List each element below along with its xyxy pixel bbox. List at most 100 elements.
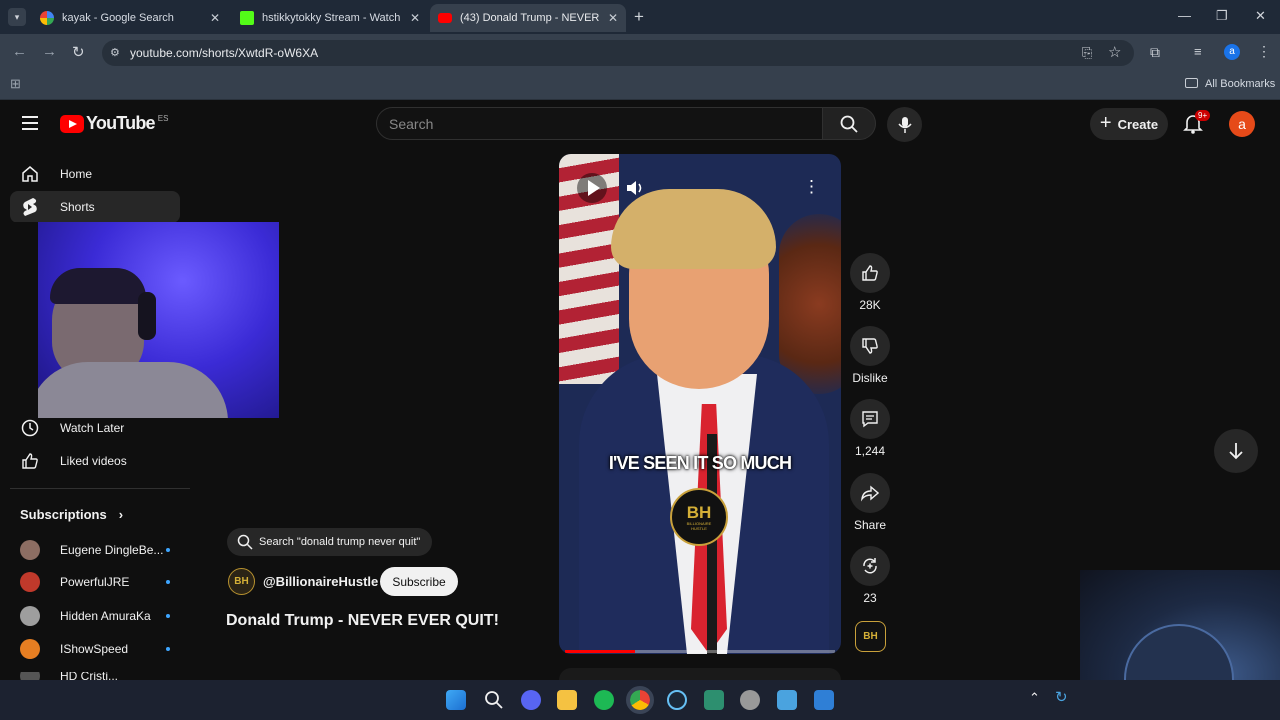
account-avatar[interactable]: a: [1229, 111, 1255, 137]
seal-background: [779, 214, 841, 394]
region-code: ES: [157, 114, 169, 123]
dislike-button[interactable]: [850, 326, 890, 366]
app-icon[interactable]: [704, 690, 724, 710]
share-button[interactable]: [850, 473, 890, 513]
channel-avatar-initials: BH: [234, 576, 249, 587]
minimize-button[interactable]: —: [1178, 8, 1191, 23]
all-bookmarks-link[interactable]: All Bookmarks: [1205, 78, 1275, 90]
windows-start-icon[interactable]: [446, 690, 466, 710]
channel-name[interactable]: @BillionaireHustle: [263, 574, 378, 589]
remix-button[interactable]: [850, 546, 890, 586]
subscribe-button[interactable]: Subscribe: [380, 567, 458, 596]
subscriptions-title: Subscriptions: [20, 507, 107, 522]
search-input[interactable]: Search: [376, 107, 824, 140]
channel-avatar[interactable]: BH: [228, 568, 255, 595]
subscription-item[interactable]: Eugene DingleBe...: [20, 540, 170, 560]
webcam-overlay: [0, 222, 279, 418]
install-app-icon[interactable]: ⎘: [1082, 45, 1092, 61]
play-icon: [587, 180, 600, 196]
bookmarks-bar: ⊞ All Bookmarks: [0, 70, 1280, 100]
site-settings-icon[interactable]: ⚙: [110, 46, 120, 59]
channel-name: IShowSpeed: [60, 642, 129, 656]
video-caption: I'VE SEEN IT SO MUCH: [608, 453, 792, 473]
tab-kick-stream[interactable]: hstikkytokky Stream - Watch Li ✕: [232, 4, 428, 32]
extensions-icon[interactable]: ⧉: [1150, 44, 1160, 61]
subscription-item[interactable]: IShowSpeed: [20, 639, 170, 659]
play-button[interactable]: [577, 173, 607, 203]
sidebar-item-label: Watch Later: [60, 421, 125, 435]
sidebar-item-watch-later[interactable]: Watch Later: [10, 412, 180, 444]
browser-menu-icon[interactable]: ⋮: [1257, 43, 1271, 60]
next-short-button[interactable]: [1214, 429, 1258, 473]
photos-icon[interactable]: [777, 690, 797, 710]
reload-icon[interactable]: ↻: [72, 43, 85, 61]
search-suggestion-chip[interactable]: Search "donald trump never quit": [227, 528, 433, 556]
more-options-icon[interactable]: ⋮: [803, 177, 820, 197]
back-arrow-icon[interactable]: ←: [12, 43, 27, 60]
chrome-icon[interactable]: [626, 686, 654, 714]
next-short-peek: [559, 668, 841, 680]
steam-icon[interactable]: [667, 690, 687, 710]
channel-avatar: [20, 572, 40, 592]
progress-track[interactable]: [565, 650, 835, 653]
tab-google-search[interactable]: kayak - Google Search ✕: [32, 4, 228, 32]
close-icon[interactable]: ✕: [410, 11, 420, 25]
notifications-button[interactable]: 9+: [1183, 110, 1211, 135]
subscriptions-heading[interactable]: Subscriptions ›: [20, 507, 123, 522]
restore-button[interactable]: ❐: [1216, 8, 1228, 24]
app-icon[interactable]: [814, 690, 834, 710]
share-label: Share: [853, 518, 887, 532]
notification-badge: 9+: [1195, 110, 1211, 121]
channel-name: Hidden AmuraKa: [60, 609, 151, 623]
comments-button[interactable]: [850, 399, 890, 439]
create-label: Create: [1117, 116, 1159, 132]
new-tab-button[interactable]: +: [634, 7, 644, 27]
sidebar-item-home[interactable]: Home: [10, 158, 180, 190]
window-close-button[interactable]: ✕: [1255, 8, 1266, 24]
tab-title: kayak - Google Search: [62, 12, 174, 24]
chevron-right-icon: ›: [118, 507, 124, 522]
tab-title: hstikkytokky Stream - Watch Li: [262, 12, 404, 24]
new-content-dot: [166, 580, 170, 584]
channel-name: HD Cristi...: [60, 672, 118, 680]
url-text[interactable]: youtube.com/shorts/XwtdR-oW6XA: [130, 46, 318, 60]
media-controls-icon[interactable]: ≡: [1194, 44, 1202, 59]
chevron-up-icon[interactable]: ⌃: [1029, 690, 1040, 706]
youtube-logo-text: YouTube: [86, 113, 156, 133]
channel-avatar: [20, 606, 40, 626]
subscription-item[interactable]: PowerfulJRE: [20, 572, 170, 592]
channel-name: Eugene DingleBe...: [60, 543, 164, 557]
thumbs-up-icon: [20, 452, 40, 470]
youtube-logo[interactable]: YouTube ES: [60, 113, 168, 134]
bookmark-star-icon[interactable]: ☆: [1108, 43, 1121, 61]
close-icon[interactable]: ✕: [608, 11, 618, 25]
short-video-player[interactable]: I'VE SEEN IT SO MUCH BH BILLIONAIRE HUST…: [559, 154, 841, 654]
sidebar-item-label: Liked videos: [60, 454, 127, 468]
profile-avatar[interactable]: a: [1224, 44, 1240, 60]
like-button[interactable]: [850, 253, 890, 293]
close-icon[interactable]: ✕: [210, 11, 220, 25]
headphones: [138, 292, 156, 340]
discord-icon[interactable]: [521, 690, 541, 710]
sync-icon[interactable]: ↻: [1055, 688, 1068, 706]
taskbar-search-icon[interactable]: [484, 690, 504, 710]
subscription-item[interactable]: HD Cristi...: [20, 672, 170, 680]
google-icon: [40, 11, 54, 25]
tab-search-button[interactable]: ▾: [8, 8, 26, 26]
volume-button[interactable]: [625, 175, 651, 201]
voice-search-button[interactable]: [887, 107, 922, 142]
forward-arrow-icon[interactable]: →: [42, 43, 57, 60]
like-count: 28K: [859, 298, 881, 312]
spotify-icon[interactable]: [594, 690, 614, 710]
sidebar-item-liked-videos[interactable]: Liked videos: [10, 445, 180, 477]
file-explorer-icon[interactable]: [557, 690, 577, 710]
hamburger-menu-icon[interactable]: [22, 116, 38, 130]
create-button[interactable]: + Create: [1090, 108, 1168, 140]
sidebar-item-shorts[interactable]: Shorts: [10, 191, 180, 223]
subscription-item[interactable]: Hidden AmuraKa: [20, 606, 170, 626]
settings-icon[interactable]: [740, 690, 760, 710]
apps-grid-icon[interactable]: ⊞: [10, 76, 21, 92]
tab-youtube-short[interactable]: (43) Donald Trump - NEVER EV ✕: [430, 4, 626, 32]
audio-source-thumbnail[interactable]: BH: [855, 621, 886, 652]
search-button[interactable]: [822, 107, 876, 140]
